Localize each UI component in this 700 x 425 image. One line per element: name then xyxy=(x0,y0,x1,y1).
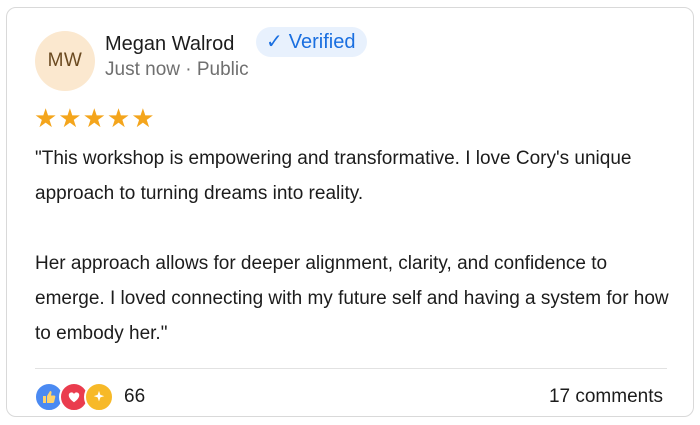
reaction-count: 66 xyxy=(124,386,146,407)
author-name[interactable]: Megan Walrod xyxy=(105,31,234,57)
checkmark-icon: ✓ xyxy=(266,31,283,53)
review-text: "This workshop is empowering and transfo… xyxy=(35,141,675,351)
avatar[interactable]: MW xyxy=(35,31,95,91)
comments-link[interactable]: 17 comments xyxy=(549,384,663,410)
avatar-initials: MW xyxy=(47,50,83,71)
post-meta: Just now · Public xyxy=(105,59,249,80)
review-card: MW Megan Walrod ✓ Verified Just now · Pu… xyxy=(6,7,694,417)
divider xyxy=(35,368,667,369)
review-paragraph: "This workshop is empowering and transfo… xyxy=(35,148,632,204)
reactions-summary[interactable]: 66 xyxy=(34,382,145,412)
sparkle-icon xyxy=(84,382,114,412)
star-rating: ★★★★★ xyxy=(34,103,156,133)
verified-badge: ✓ Verified xyxy=(256,27,368,57)
verified-label: Verified xyxy=(288,31,356,53)
review-paragraph: Her approach allows for deeper alignment… xyxy=(35,253,669,344)
